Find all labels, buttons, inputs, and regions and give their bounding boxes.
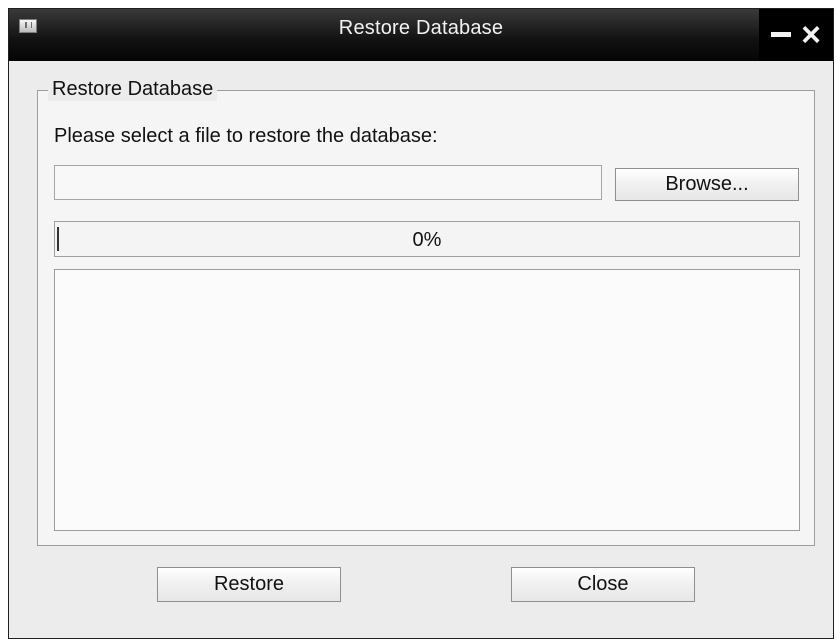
- browse-button[interactable]: Browse...: [615, 168, 799, 201]
- close-button[interactable]: Close: [511, 567, 695, 602]
- restore-instruction: Please select a file to restore the data…: [54, 125, 438, 147]
- restore-log-area[interactable]: [54, 269, 800, 531]
- dialog-content: Restore Database Please select a file to…: [9, 61, 833, 638]
- minimize-icon[interactable]: [771, 32, 791, 37]
- progress-label: 0%: [412, 229, 442, 251]
- restore-progress-bar: 0%: [54, 221, 800, 257]
- restore-database-window: Restore Database × Restore Database Plea…: [8, 8, 834, 639]
- group-title: Restore Database: [48, 78, 218, 101]
- restore-button[interactable]: Restore: [157, 567, 341, 602]
- restore-database-group: Restore Database Please select a file to…: [37, 78, 815, 546]
- window-title: Restore Database: [338, 17, 504, 39]
- database-file-input[interactable]: [54, 165, 602, 200]
- title-bar[interactable]: Restore Database ×: [9, 9, 833, 61]
- close-icon[interactable]: ×: [797, 15, 825, 55]
- window-controls: ×: [759, 9, 833, 61]
